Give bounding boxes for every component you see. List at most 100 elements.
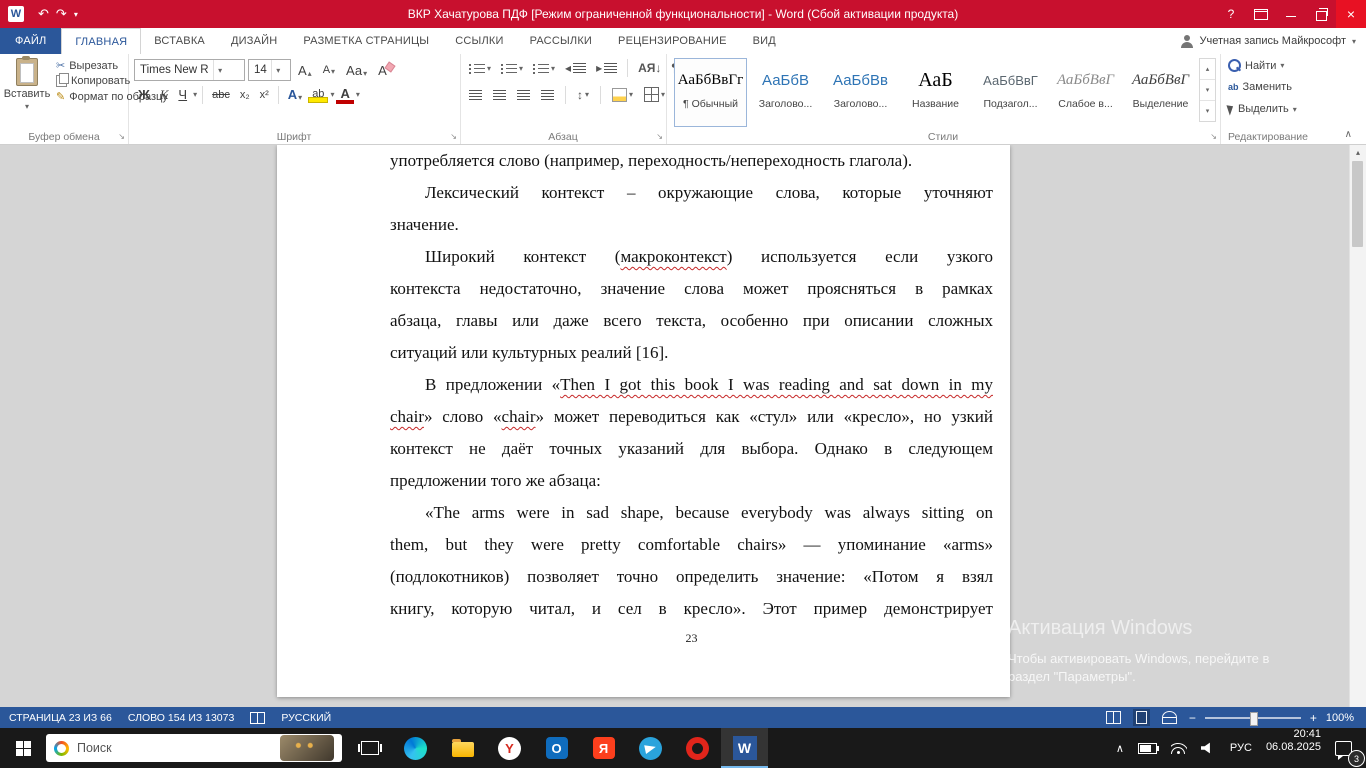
taskbar-app-yandex-browser[interactable]: Y — [486, 728, 533, 768]
read-mode-button[interactable] — [1103, 709, 1124, 726]
align-right-button[interactable] — [514, 88, 533, 102]
zoom-in-button[interactable]: + — [1310, 711, 1317, 725]
underline-button[interactable]: Ч — [174, 86, 191, 103]
word-count-indicator[interactable]: СЛОВО 154 ИЗ 13073 — [128, 712, 234, 724]
highlight-button[interactable]: ab — [308, 87, 329, 103]
italic-button[interactable]: К — [156, 86, 173, 104]
paste-button[interactable]: Вставить ▾ — [4, 56, 50, 134]
tab-references[interactable]: ССЫЛКИ — [442, 28, 516, 54]
increase-indent-button[interactable]: ▸ — [593, 59, 620, 77]
sort-button[interactable]: АЯ↓ — [635, 59, 664, 77]
bold-button[interactable]: Ж — [134, 86, 154, 103]
replace-button[interactable]: ab Заменить — [1226, 80, 1294, 94]
web-layout-button[interactable] — [1159, 709, 1180, 726]
shrink-font-button[interactable]: А ▾ — [319, 63, 339, 77]
line-spacing-button[interactable]: ↕ ▾ — [574, 86, 592, 104]
taskbar-app-word[interactable]: W — [721, 728, 768, 768]
styles-more-button[interactable]: ▾ — [1200, 100, 1215, 121]
font-size-combobox[interactable]: 14 ▾ — [248, 59, 291, 81]
borders-button[interactable]: ▾ — [641, 85, 668, 104]
multilevel-list-button[interactable]: ▾ — [530, 61, 558, 76]
language-indicator[interactable]: РУССКИЙ — [281, 712, 331, 724]
style-heading2[interactable]: АаБбВв Заголово... — [824, 58, 897, 127]
clock[interactable]: 20:41 06.08.2025 — [1259, 728, 1328, 768]
scrollbar-thumb[interactable] — [1352, 161, 1363, 247]
tab-page-layout[interactable]: РАЗМЕТКА СТРАНИЦЫ — [290, 28, 442, 54]
search-highlight-image[interactable] — [280, 735, 334, 761]
print-layout-button[interactable] — [1132, 709, 1150, 726]
zoom-out-button[interactable]: − — [1189, 711, 1196, 725]
find-button[interactable]: Найти ▾ — [1226, 58, 1286, 73]
chevron-down-icon[interactable]: ▾ — [356, 90, 360, 99]
align-center-button[interactable] — [490, 88, 509, 102]
justify-button[interactable] — [538, 88, 557, 102]
ribbon-display-options-button[interactable] — [1246, 0, 1276, 28]
vertical-scrollbar[interactable]: ▴ — [1349, 145, 1366, 707]
style-normal[interactable]: АаБбВвГг ¶ Обычный — [674, 58, 747, 127]
chevron-down-icon[interactable]: ▾ — [330, 90, 334, 99]
chevron-down-icon[interactable]: ▾ — [193, 90, 197, 99]
taskbar-search[interactable]: Поиск — [46, 734, 342, 762]
account-button[interactable]: Учетная запись Майкрософт ▾ — [1180, 28, 1366, 54]
tab-file[interactable]: ФАЙЛ — [0, 28, 62, 54]
page-indicator[interactable]: СТРАНИЦА 23 ИЗ 66 — [9, 712, 112, 724]
tab-review[interactable]: РЕЦЕНЗИРОВАНИЕ — [605, 28, 740, 54]
taskbar-app-explorer[interactable] — [439, 728, 486, 768]
shading-button[interactable]: ▾ — [609, 86, 636, 104]
taskbar-app-opera[interactable] — [674, 728, 721, 768]
close-button[interactable]: × — [1336, 0, 1366, 28]
style-title[interactable]: АаБ Название — [899, 58, 972, 127]
qat-customize-button[interactable]: ▾ — [74, 10, 78, 19]
style-heading1[interactable]: АаБбВ Заголово... — [749, 58, 822, 127]
taskbar-app-outlook[interactable]: O — [533, 728, 580, 768]
tab-design[interactable]: ДИЗАЙН — [218, 28, 290, 54]
battery-indicator[interactable] — [1131, 728, 1164, 768]
decrease-indent-button[interactable]: ◂ — [562, 59, 589, 77]
numbering-button[interactable]: ▾ — [498, 61, 526, 76]
text-effects-button[interactable]: А ▾ — [284, 86, 306, 103]
zoom-slider[interactable] — [1204, 711, 1301, 726]
tab-home[interactable]: ГЛАВНАЯ — [61, 28, 142, 55]
select-button[interactable]: Выделить ▾ — [1226, 102, 1299, 116]
tray-chevron-button[interactable]: ∧ — [1109, 728, 1131, 768]
tab-view[interactable]: ВИД — [740, 28, 789, 54]
dialog-launcher-font[interactable]: ↘ — [450, 132, 457, 142]
task-view-button[interactable] — [348, 728, 392, 768]
tab-insert[interactable]: ВСТАВКА — [141, 28, 218, 54]
strikethrough-button[interactable]: abc — [208, 88, 234, 102]
taskbar-app-edge[interactable] — [392, 728, 439, 768]
zoom-level[interactable]: 100% — [1326, 712, 1354, 724]
taskbar-app-yandex[interactable]: Я — [580, 728, 627, 768]
taskbar-app-telegram[interactable] — [627, 728, 674, 768]
restore-button[interactable] — [1306, 0, 1336, 28]
grow-font-button[interactable]: А ▴ — [294, 62, 316, 79]
tab-mailings[interactable]: РАССЫЛКИ — [517, 28, 605, 54]
proofing-indicator[interactable] — [250, 711, 266, 724]
document-page[interactable]: употребляется слово (например, переходно… — [277, 145, 1010, 697]
zoom-slider-thumb[interactable] — [1249, 711, 1258, 726]
bullets-button[interactable]: ▾ — [466, 61, 494, 76]
start-button[interactable] — [0, 728, 46, 768]
font-color-button[interactable]: А — [336, 85, 355, 104]
dialog-launcher-clipboard[interactable]: ↘ — [118, 132, 125, 142]
collapse-ribbon-button[interactable]: ∧ — [1345, 129, 1352, 140]
font-family-combobox[interactable]: Times New R ▾ — [134, 59, 245, 81]
dialog-launcher-styles[interactable]: ↘ — [1210, 132, 1217, 142]
undo-button[interactable]: ↶ — [38, 0, 49, 28]
minimize-button[interactable] — [1276, 0, 1306, 28]
dialog-launcher-paragraph[interactable]: ↘ — [656, 132, 663, 142]
subscript-button[interactable]: x₂ — [236, 88, 254, 102]
help-button[interactable]: ? — [1216, 0, 1246, 28]
align-left-button[interactable] — [466, 88, 485, 102]
change-case-button[interactable]: Аа ▾ — [342, 62, 371, 79]
clear-formatting-button[interactable]: А — [374, 62, 391, 79]
style-emphasis[interactable]: АаБбВвГ Выделение — [1124, 58, 1197, 127]
styles-scroll-down-button[interactable]: ▾ — [1200, 79, 1215, 100]
superscript-button[interactable]: x² — [256, 88, 273, 102]
style-subtitle[interactable]: АаБбВвГ Подзагол... — [974, 58, 1047, 127]
action-center-button[interactable]: 3 — [1328, 728, 1366, 768]
volume-indicator[interactable] — [1194, 728, 1223, 768]
language-switcher[interactable]: РУС — [1223, 728, 1259, 768]
style-subtle-emphasis[interactable]: АаБбВвГ Слабое в... — [1049, 58, 1122, 127]
styles-scroll-up-button[interactable]: ▴ — [1200, 59, 1215, 79]
